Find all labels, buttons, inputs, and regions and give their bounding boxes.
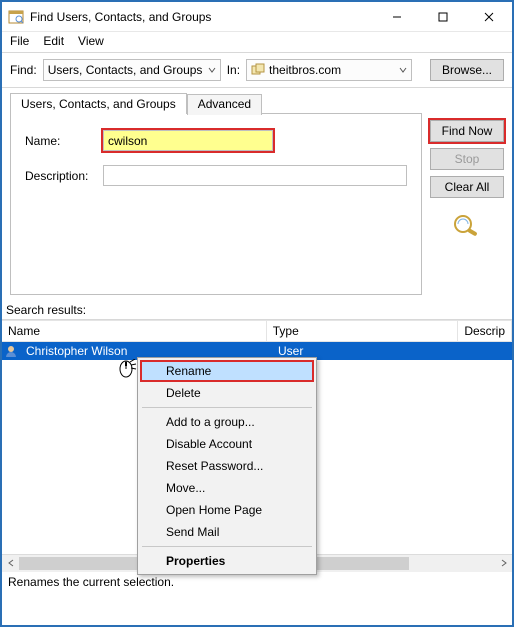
menu-item-open-home-label: Open Home Page	[166, 503, 262, 517]
find-label: Find:	[10, 63, 37, 77]
column-headers: Name Type Descrip	[2, 320, 512, 342]
menu-item-add-to-group[interactable]: Add to a group...	[140, 411, 314, 433]
stop-label: Stop	[455, 152, 480, 166]
menu-item-delete-label: Delete	[166, 386, 201, 400]
search-icon	[451, 212, 483, 236]
app-icon	[8, 9, 24, 25]
statusbar-text: Renames the current selection.	[8, 575, 174, 589]
find-now-button[interactable]: Find Now	[430, 120, 504, 142]
find-combo-value: Users, Contacts, and Groups	[48, 63, 204, 77]
column-description-label: Descrip	[464, 324, 505, 338]
context-menu: Rename Delete Add to a group... Disable …	[137, 357, 317, 575]
chevron-down-icon	[208, 63, 216, 77]
column-description[interactable]: Descrip	[458, 321, 512, 341]
menu-item-open-home-page[interactable]: Open Home Page	[140, 499, 314, 521]
column-type[interactable]: Type	[267, 321, 459, 341]
find-now-label: Find Now	[442, 124, 493, 138]
column-name-label: Name	[8, 324, 40, 338]
cell-type: User	[272, 344, 468, 358]
minimize-button[interactable]	[374, 2, 420, 32]
menu-view[interactable]: View	[78, 34, 104, 48]
tabstrip: Users, Contacts, and Groups Advanced	[10, 92, 422, 113]
menu-item-add-to-group-label: Add to a group...	[166, 415, 255, 429]
in-label: In:	[227, 63, 240, 77]
stop-button[interactable]: Stop	[430, 148, 504, 170]
search-results-label: Search results:	[2, 301, 512, 319]
description-input[interactable]	[103, 165, 407, 186]
menubar: File Edit View	[2, 32, 512, 52]
clear-all-label: Clear All	[445, 180, 490, 194]
user-icon	[4, 344, 18, 358]
menu-item-disable-account[interactable]: Disable Account	[140, 433, 314, 455]
menu-item-disable-label: Disable Account	[166, 437, 252, 451]
close-button[interactable]	[466, 2, 512, 32]
menu-file[interactable]: File	[10, 34, 29, 48]
menu-item-move[interactable]: Move...	[140, 477, 314, 499]
browse-button[interactable]: Browse...	[430, 59, 504, 81]
menu-item-reset-password-label: Reset Password...	[166, 459, 263, 473]
chevron-down-icon	[399, 63, 407, 77]
clear-all-button[interactable]: Clear All	[430, 176, 504, 198]
tab-users-label: Users, Contacts, and Groups	[21, 97, 176, 111]
menu-item-send-mail-label: Send Mail	[166, 525, 219, 539]
side-buttons: Find Now Stop Clear All	[430, 92, 504, 295]
maximize-button[interactable]	[420, 2, 466, 32]
tab-users[interactable]: Users, Contacts, and Groups	[10, 93, 187, 114]
menu-item-properties[interactable]: Properties	[140, 550, 314, 572]
toolbar: Find: Users, Contacts, and Groups In: th…	[2, 52, 512, 88]
menu-item-delete[interactable]: Delete	[140, 382, 314, 404]
menu-item-rename[interactable]: Rename	[140, 360, 314, 382]
scroll-left-arrow[interactable]	[2, 555, 19, 572]
tab-advanced-label: Advanced	[198, 97, 251, 111]
cell-name: Christopher Wilson	[20, 344, 272, 358]
window-title: Find Users, Contacts, and Groups	[30, 10, 374, 24]
menu-separator	[142, 407, 312, 408]
column-name[interactable]: Name	[2, 321, 267, 341]
domain-icon	[251, 63, 265, 77]
tab-body: Name: Description:	[10, 113, 422, 295]
column-type-label: Type	[273, 324, 299, 338]
in-combo[interactable]: theitbros.com	[246, 59, 412, 81]
in-combo-value: theitbros.com	[269, 63, 395, 77]
main-area: Users, Contacts, and Groups Advanced Nam…	[2, 88, 512, 301]
menu-item-move-label: Move...	[166, 481, 205, 495]
find-combo[interactable]: Users, Contacts, and Groups	[43, 59, 221, 81]
tab-panel: Users, Contacts, and Groups Advanced Nam…	[10, 92, 422, 295]
menu-separator	[142, 546, 312, 547]
menu-item-properties-label: Properties	[166, 554, 225, 568]
menu-item-rename-label: Rename	[166, 364, 211, 378]
scroll-right-arrow[interactable]	[495, 555, 512, 572]
name-input[interactable]	[103, 130, 273, 151]
mouse-cursor-icon	[117, 359, 137, 384]
menu-item-send-mail[interactable]: Send Mail	[140, 521, 314, 543]
titlebar: Find Users, Contacts, and Groups	[2, 2, 512, 32]
name-label: Name:	[25, 134, 103, 148]
description-label: Description:	[25, 169, 103, 183]
menu-edit[interactable]: Edit	[43, 34, 64, 48]
tab-advanced[interactable]: Advanced	[187, 94, 262, 115]
menu-item-reset-password[interactable]: Reset Password...	[140, 455, 314, 477]
browse-button-label: Browse...	[442, 63, 492, 77]
